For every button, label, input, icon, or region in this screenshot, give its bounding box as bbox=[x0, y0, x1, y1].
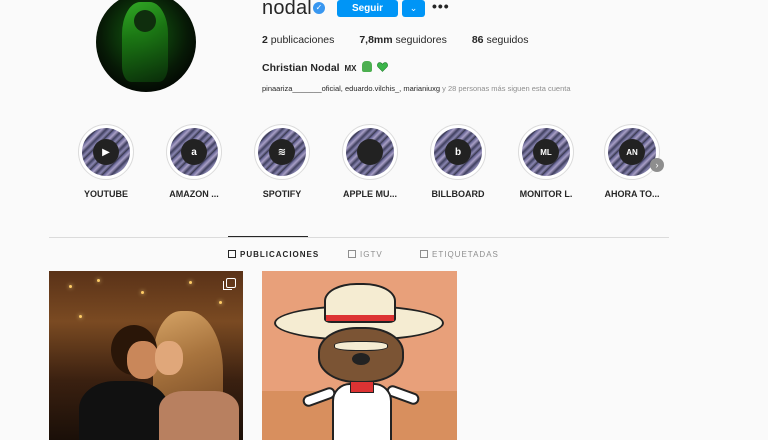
highlight-monitor-latino[interactable]: ML MONITOR L. bbox=[516, 124, 576, 199]
highlight-youtube[interactable]: ▶ YOUTUBE bbox=[76, 124, 136, 199]
profile-username: nodal bbox=[262, 0, 312, 19]
profile-avatar[interactable] bbox=[96, 0, 196, 92]
billboard-icon: b bbox=[445, 139, 471, 165]
highlight-spotify[interactable]: ≋ SPOTIFY bbox=[252, 124, 312, 199]
follow-button[interactable]: Seguir bbox=[337, 0, 398, 17]
photo-shape bbox=[334, 341, 388, 351]
active-tab-indicator bbox=[228, 236, 308, 237]
highlight-ring: a bbox=[166, 124, 222, 180]
post-thumbnail[interactable] bbox=[262, 271, 457, 440]
highlight-ring bbox=[342, 124, 398, 180]
tab-label: IGTV bbox=[360, 250, 383, 259]
following-stat[interactable]: 86 seguidos bbox=[472, 34, 529, 46]
grid-icon bbox=[228, 250, 236, 258]
cactus-emoji-icon bbox=[362, 61, 373, 72]
profile-full-name: Christian Nodal MX bbox=[262, 61, 389, 74]
tabs-divider bbox=[49, 237, 669, 238]
tab-label: ETIQUETADAS bbox=[432, 250, 499, 259]
youtube-icon: ▶ bbox=[93, 139, 119, 165]
photo-shape bbox=[159, 391, 239, 440]
highlight-ring: ML bbox=[518, 124, 574, 180]
bokeh-light bbox=[97, 279, 100, 282]
chevron-down-icon: ⌄ bbox=[409, 3, 418, 13]
more-options-button[interactable]: ••• bbox=[432, 0, 450, 14]
bokeh-light bbox=[79, 315, 82, 318]
tab-publicaciones[interactable]: PUBLICACIONES bbox=[228, 250, 319, 259]
highlight-label: APPLE MU... bbox=[342, 189, 397, 199]
highlight-amazon[interactable]: a AMAZON ... bbox=[164, 124, 224, 199]
posts-stat: 2 publicaciones bbox=[262, 34, 334, 46]
amazon-icon: a bbox=[181, 139, 207, 165]
bokeh-light bbox=[219, 301, 222, 304]
verified-badge-icon: ✓ bbox=[313, 2, 325, 14]
posts-count: 2 bbox=[262, 34, 268, 46]
ahora-icon: AN bbox=[619, 139, 645, 165]
monitor-latino-icon: ML bbox=[533, 139, 559, 165]
highlight-billboard[interactable]: b BILLBOARD bbox=[428, 124, 488, 199]
following-label: seguidos bbox=[486, 34, 529, 46]
photo-shape bbox=[79, 381, 169, 440]
post-thumbnail[interactable] bbox=[49, 271, 243, 440]
spotify-icon: ≋ bbox=[269, 139, 295, 165]
posts-label: publicaciones bbox=[270, 34, 335, 46]
highlight-ring: AN bbox=[604, 124, 660, 180]
highlight-label: YOUTUBE bbox=[83, 189, 128, 199]
highlight-ring: ▶ bbox=[78, 124, 134, 180]
photo-shape bbox=[155, 341, 183, 375]
followers-stat[interactable]: 7,8mm seguidores bbox=[359, 34, 447, 46]
green-heart-emoji-icon bbox=[377, 62, 389, 72]
followers-label: seguidores bbox=[395, 34, 447, 46]
highlight-apple-music[interactable]: APPLE MU... bbox=[340, 124, 400, 199]
followed-by-rest: y 28 personas más siguen esta cuenta bbox=[440, 84, 571, 93]
bokeh-light bbox=[189, 281, 192, 284]
tagged-icon bbox=[420, 250, 428, 258]
carousel-icon bbox=[223, 278, 236, 290]
full-name-text: Christian Nodal bbox=[262, 62, 340, 74]
highlights-next-arrow-icon[interactable]: › bbox=[650, 158, 664, 172]
highlight-label: SPOTIFY bbox=[262, 189, 302, 199]
bokeh-light bbox=[69, 285, 72, 288]
followed-by-names[interactable]: pinaariza_______oficial, eduardo.vilchis… bbox=[262, 84, 440, 93]
highlight-label: AHORA TO... bbox=[604, 189, 660, 199]
tab-etiquetadas[interactable]: ETIQUETADAS bbox=[420, 250, 499, 259]
bokeh-light bbox=[141, 291, 144, 294]
highlight-ring: b bbox=[430, 124, 486, 180]
suggestions-dropdown-button[interactable]: ⌄ bbox=[402, 0, 425, 17]
highlight-label: AMAZON ... bbox=[169, 189, 219, 199]
followed-by-text[interactable]: pinaariza_______oficial, eduardo.vilchis… bbox=[262, 84, 571, 93]
highlight-label: BILLBOARD bbox=[431, 189, 485, 199]
tab-label: PUBLICACIONES bbox=[240, 250, 320, 259]
highlight-label: MONITOR L. bbox=[519, 189, 573, 199]
apple-icon bbox=[357, 139, 383, 165]
country-flag: MX bbox=[344, 64, 357, 73]
profile-stats: 2 publicaciones 7,8mm seguidores 86 segu… bbox=[262, 34, 550, 46]
followers-count: 7,8mm bbox=[359, 34, 393, 46]
tab-igtv[interactable]: IGTV bbox=[348, 250, 383, 259]
photo-shape bbox=[350, 381, 374, 393]
igtv-icon bbox=[348, 250, 356, 258]
photo-shape bbox=[326, 315, 394, 321]
following-count: 86 bbox=[471, 34, 484, 46]
photo-shape bbox=[352, 353, 370, 365]
profile-page: nodal ✓ Seguir ⌄ ••• 2 publicaciones 7,8… bbox=[0, 0, 768, 440]
highlight-ring: ≋ bbox=[254, 124, 310, 180]
story-highlights: ▶ YOUTUBE a AMAZON ... ≋ SPOTIFY APPLE M… bbox=[76, 124, 676, 204]
